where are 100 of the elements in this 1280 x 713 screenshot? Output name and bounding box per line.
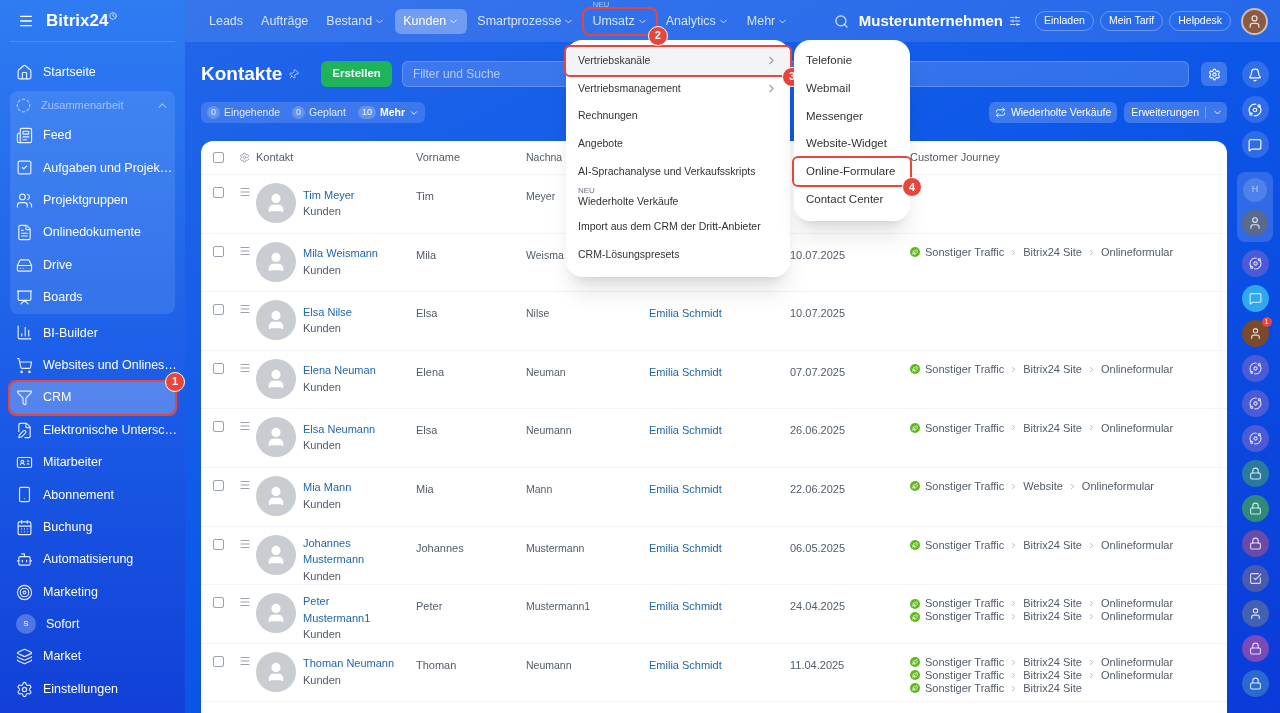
contact-link[interactable]: Tim Meyer — [303, 186, 395, 203]
lock-button[interactable] — [1241, 495, 1269, 522]
sidebar-item[interactable]: S Sofort — [10, 608, 175, 641]
responsible-link[interactable]: Emilia Schmidt — [649, 424, 722, 437]
contact-type: Kunden — [303, 627, 342, 643]
repeat-sales-button[interactable]: Wiederholte Verkäufe — [988, 102, 1118, 123]
menu-item[interactable]: Angebote — [566, 130, 790, 158]
orbit-button[interactable] — [1241, 425, 1269, 452]
checkbox[interactable] — [213, 245, 224, 257]
orbit-button[interactable] — [1241, 390, 1269, 417]
contact-link[interactable]: Mila Weismann — [303, 245, 395, 262]
avatar[interactable] — [1242, 210, 1268, 236]
sidebar-item[interactable]: Abonnement — [10, 478, 175, 512]
menu-item[interactable]: NEU Wiederholte Verkäufe — [566, 185, 790, 214]
chat-button[interactable] — [1241, 285, 1269, 312]
checkbox[interactable] — [213, 538, 224, 550]
drag-handle-icon[interactable] — [239, 537, 251, 550]
drag-handle-icon[interactable] — [239, 420, 251, 433]
sidebar-item[interactable]: Aufgaben und Projek… — [10, 151, 175, 185]
counter[interactable]: 0 Geplant — [292, 104, 352, 121]
counter[interactable]: 0 Eingehende — [207, 104, 287, 121]
orbit-button[interactable] — [1241, 96, 1269, 123]
lock-button[interactable] — [1241, 460, 1269, 487]
chat-button[interactable] — [1241, 131, 1269, 158]
nav-tab[interactable]: Mehr — [738, 8, 797, 34]
checkbox[interactable] — [213, 421, 224, 433]
lock-button[interactable] — [1241, 635, 1269, 662]
sidebar-item[interactable]: Elektronische Untersc… — [10, 413, 175, 447]
sidebar-item[interactable]: Buchung — [10, 511, 175, 544]
contact-link[interactable]: Johannes Mustermann — [303, 534, 395, 568]
responsible-link[interactable]: Emilia Schmidt — [649, 482, 722, 495]
drag-handle-icon[interactable] — [239, 478, 251, 491]
checkbox[interactable] — [213, 479, 224, 491]
contact-link[interactable]: Peter Mustermann1 — [303, 593, 395, 627]
settings-icon[interactable] — [239, 152, 250, 163]
orbit-button[interactable] — [1241, 250, 1269, 277]
sidebar-item[interactable]: Projektgruppen — [10, 184, 175, 217]
sidebar-item[interactable]: Drive — [10, 248, 175, 282]
column-header[interactable]: Customer Journey — [910, 149, 1215, 166]
checkbox[interactable] — [213, 362, 224, 374]
settings-button[interactable] — [1201, 62, 1227, 86]
drag-handle-icon[interactable] — [239, 654, 251, 667]
avatar[interactable] — [1241, 600, 1269, 627]
pin-icon[interactable] — [286, 66, 302, 82]
contact-link[interactable]: Thoman Neumann — [303, 655, 395, 672]
user-avatar[interactable] — [1241, 7, 1268, 35]
drag-handle-icon[interactable] — [239, 361, 251, 374]
orbit-button[interactable] — [1241, 355, 1269, 382]
more-dropdown[interactable]: 10 Mehr — [357, 104, 419, 121]
nav-tab[interactable]: Aufträge — [253, 8, 317, 34]
sidebar-item[interactable]: BI-Builder — [10, 316, 175, 350]
responsible-link[interactable]: Emilia Schmidt — [649, 600, 722, 613]
responsible-link[interactable]: Emilia Schmidt — [649, 658, 722, 671]
contact-link[interactable]: Mia Mann — [303, 479, 395, 496]
sliders-icon[interactable] — [1009, 15, 1021, 27]
nav-tab[interactable]: Leads — [201, 8, 252, 34]
responsible-link[interactable]: Emilia Schmidt — [649, 365, 722, 378]
sidebar-item[interactable]: Automatisierung — [10, 543, 175, 576]
sidebar-item[interactable]: Startseite — [10, 56, 175, 89]
sidebar-item[interactable]: Feed — [10, 119, 175, 152]
lock-button[interactable] — [1241, 530, 1269, 557]
bell-button[interactable] — [1241, 61, 1269, 88]
sidebar-item[interactable]: Marketing — [10, 575, 175, 609]
column-header[interactable]: Kontakt — [256, 149, 416, 166]
responsible-link[interactable]: Emilia Schmidt — [649, 307, 722, 320]
sidebar-item[interactable]: Einstellungen — [10, 673, 175, 706]
menu-item[interactable]: Import aus dem CRM der Dritt-Anbieter — [566, 213, 790, 241]
menu-item[interactable]: Rechnungen — [566, 102, 790, 131]
sidebar-item[interactable]: Boards — [10, 281, 175, 314]
checkbox[interactable] — [213, 597, 224, 609]
menu-item[interactable]: Vertriebskanäle — [566, 47, 790, 75]
extensions-button[interactable]: Erweiterungen — [1124, 102, 1227, 123]
menu-item[interactable]: Messenger — [794, 102, 910, 131]
contact-link[interactable]: Elsa Neumann — [303, 420, 395, 438]
menu-item[interactable]: AI-Sprachanalyse und Verkaufsskripts — [566, 157, 790, 186]
nav-tab[interactable]: Smartprozesse — [469, 8, 583, 34]
sidebar-item[interactable]: Mitarbeiter — [10, 446, 175, 479]
contact-link[interactable]: Elsa Nilse — [303, 303, 395, 321]
search-icon[interactable] — [833, 13, 849, 29]
sidebar-item[interactable]: Market — [10, 640, 175, 674]
checkbox[interactable] — [213, 187, 224, 198]
nav-tab[interactable]: Bestand — [318, 8, 394, 34]
responsible-link[interactable]: Emilia Schmidt — [649, 541, 722, 554]
drag-handle-icon[interactable] — [239, 303, 251, 316]
company-name[interactable]: Musterunternehmen — [858, 9, 1003, 33]
drag-handle-icon[interactable] — [239, 596, 251, 609]
journey-step: Onlineformular — [1081, 478, 1154, 495]
checklist-button[interactable] — [1241, 565, 1269, 592]
checkbox[interactable] — [213, 655, 224, 667]
logo[interactable]: Bitrix24 — [46, 7, 109, 34]
column-header[interactable]: Vorname — [416, 149, 526, 166]
drag-handle-icon[interactable] — [239, 244, 251, 257]
checkbox[interactable] — [213, 304, 224, 316]
contact-link[interactable]: Elena Neuman — [303, 362, 395, 379]
sidebar-item[interactable]: Onlinedokumente — [10, 216, 175, 249]
menu-item[interactable]: Website-Widget — [794, 130, 910, 158]
menu-item[interactable]: CRM-Lösungspresets — [566, 240, 790, 269]
lock-button[interactable] — [1241, 670, 1269, 697]
checkbox[interactable] — [213, 152, 224, 163]
drag-handle-icon[interactable] — [239, 186, 251, 198]
